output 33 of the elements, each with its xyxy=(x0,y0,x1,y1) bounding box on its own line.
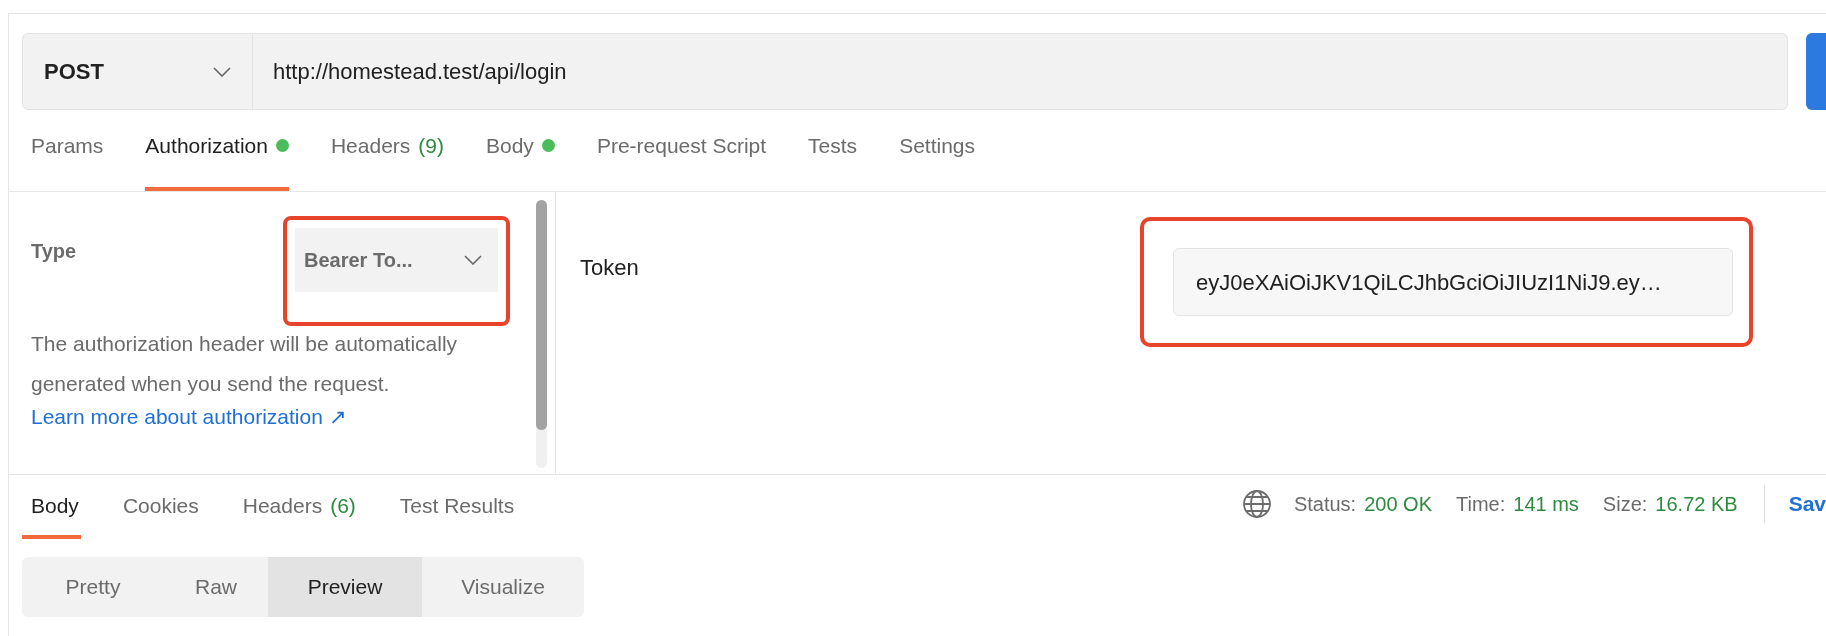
chevron-down-icon xyxy=(464,255,482,265)
method-dropdown[interactable]: POST xyxy=(22,33,253,110)
tab[interactable]: Body xyxy=(22,489,81,539)
auth-description: The authorization header will be automatically generated when you send the request. xyxy=(31,331,459,397)
auth-type-dropdown[interactable]: Bearer To... xyxy=(295,228,498,292)
view-mode-button[interactable]: Visualize xyxy=(422,557,584,617)
view-mode-button[interactable]: Preview xyxy=(268,557,422,617)
status-label: Time: xyxy=(1456,492,1506,517)
status-value: 16.72 KB xyxy=(1655,492,1738,517)
tab[interactable]: Tests xyxy=(808,129,858,191)
chevron-down-icon xyxy=(213,66,231,77)
tab[interactable]: Test Results xyxy=(390,489,517,539)
status-label: Size: xyxy=(1602,492,1648,517)
status-value: 200 OK xyxy=(1364,492,1432,517)
type-label: Type xyxy=(31,239,78,264)
tab[interactable]: Settings xyxy=(899,129,975,191)
save-button[interactable]: Sav xyxy=(1788,488,1826,520)
tab[interactable]: Headers (6) xyxy=(233,489,358,539)
tab[interactable]: Cookies xyxy=(113,489,201,539)
url-field[interactable]: http://homestead.test/api/login xyxy=(253,33,1789,110)
tab[interactable]: Headers (9) xyxy=(330,129,444,191)
tab[interactable]: Pre-request Script xyxy=(596,129,767,191)
tab[interactable]: Body xyxy=(486,129,555,191)
tab[interactable]: Params xyxy=(31,129,104,191)
view-mode-button[interactable]: Raw xyxy=(164,557,268,617)
tab[interactable]: Authorization xyxy=(145,129,289,191)
token-field[interactable]: eyJ0eXAiOiJKV1QiLCJhbGciOiJIUzI1NiJ9.ey… xyxy=(1173,248,1733,316)
learn-more-link[interactable]: Learn more about authorization ↗ xyxy=(31,404,555,430)
status-value: 141 ms xyxy=(1513,492,1579,517)
token-label: Token xyxy=(580,254,640,282)
globe-icon[interactable] xyxy=(1241,489,1272,519)
status-label: Status: xyxy=(1293,492,1357,517)
view-mode-button[interactable]: Pretty xyxy=(22,557,164,617)
